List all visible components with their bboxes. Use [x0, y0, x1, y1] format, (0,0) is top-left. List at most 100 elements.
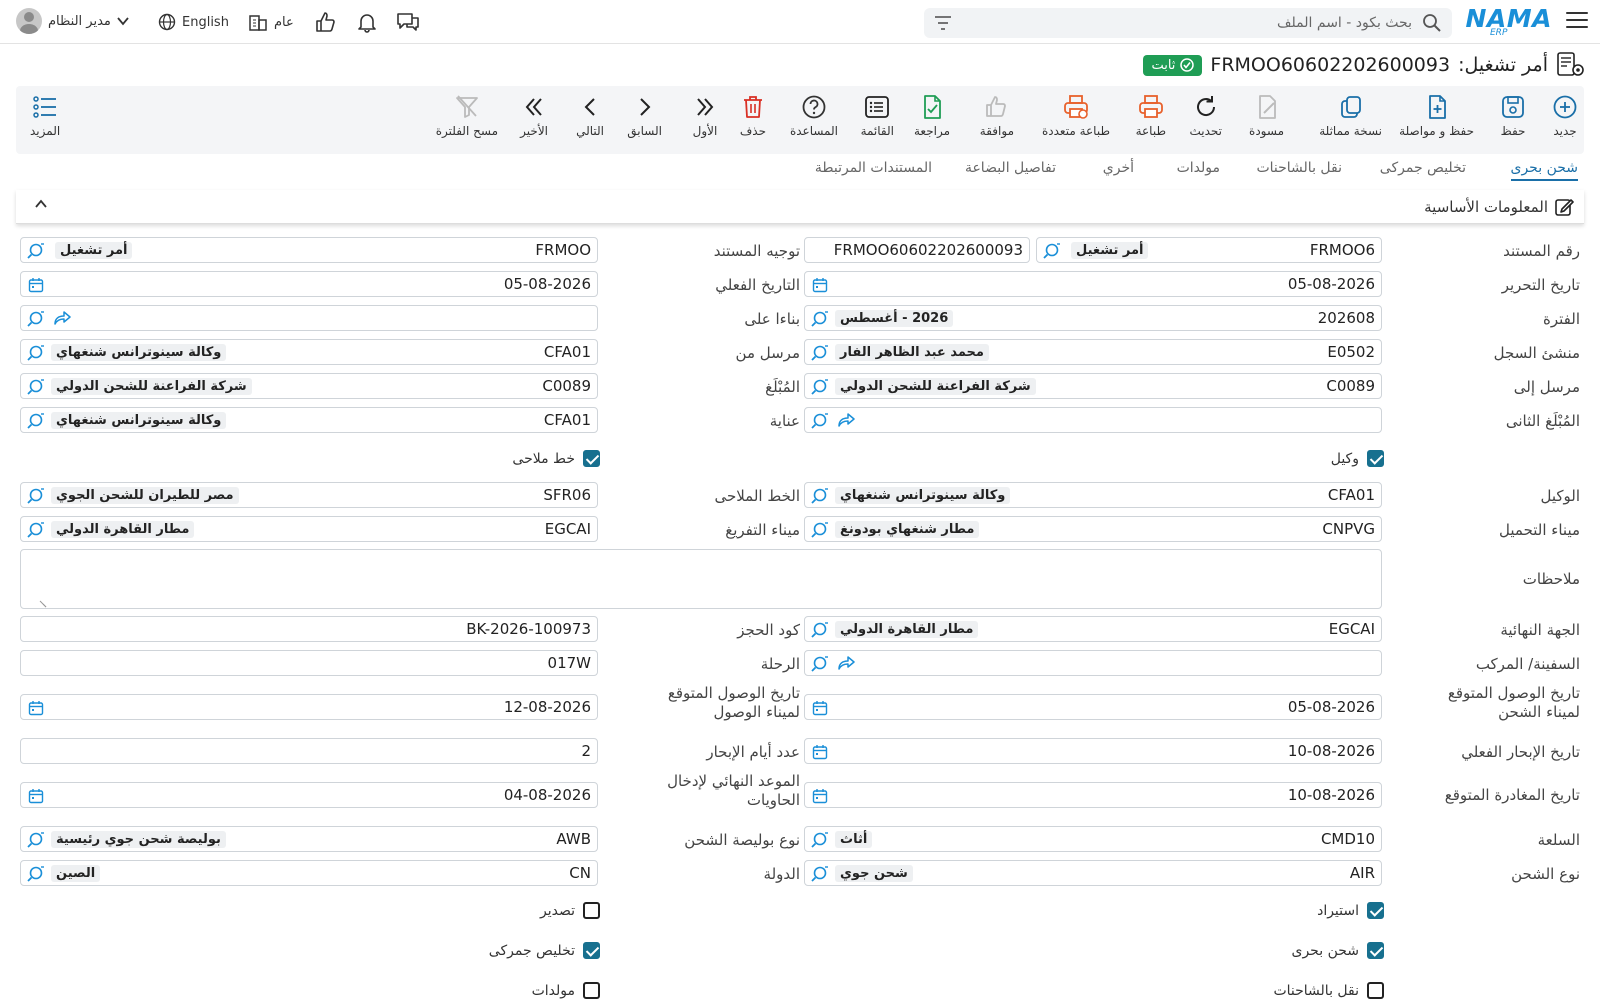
generators-checkbox[interactable]: مولدات	[532, 982, 600, 999]
calendar-icon[interactable]	[812, 744, 828, 764]
new-button[interactable]: جديد	[1552, 94, 1578, 138]
actual-date-field[interactable]: 05-08-2026	[20, 271, 598, 297]
calendar-icon[interactable]	[812, 700, 828, 720]
doc-number-series-field[interactable]: FRMOO6 أمر تشغيل	[1036, 237, 1382, 263]
tab-trucking[interactable]: نقل بالشاحنات	[1256, 160, 1342, 176]
doc-direction-field[interactable]: FRMOO أمر تشغيل	[20, 237, 598, 263]
commodity-field[interactable]: CMD10 أثاث	[804, 826, 1382, 852]
share-icon[interactable]	[53, 310, 71, 330]
menu-icon[interactable]	[1566, 12, 1588, 30]
prev-button[interactable]: السابق	[627, 94, 662, 138]
copy-button[interactable]: نسخة مماثلة	[1319, 94, 1382, 138]
loading-port-field[interactable]: CNPVG مطار شنغهاي بودونغ	[804, 516, 1382, 542]
first-button[interactable]: الأول	[692, 94, 718, 138]
booking-code-field[interactable]: BK-2026-100973	[20, 616, 598, 642]
lookup-search-icon[interactable]	[811, 487, 829, 509]
sailing-days-field[interactable]: 2	[20, 738, 598, 764]
actual-sailing-field[interactable]: 10-08-2026	[804, 738, 1382, 764]
tab-goods-details[interactable]: تفاصيل البضاعة	[965, 160, 1056, 176]
checkbox-box[interactable]	[1367, 942, 1384, 959]
tab-sea-freight[interactable]: شحن بحرى	[1510, 160, 1578, 181]
notes-textarea[interactable]	[20, 549, 1382, 609]
lookup-search-icon[interactable]	[27, 344, 45, 366]
import-checkbox[interactable]: استيراد	[1317, 902, 1384, 919]
checkbox-box[interactable]	[1367, 982, 1384, 999]
tab-other[interactable]: أخري	[1103, 160, 1134, 176]
checkbox-box[interactable]	[1367, 902, 1384, 919]
help-button[interactable]: المساعدة	[790, 94, 838, 138]
based-on-field[interactable]	[20, 305, 598, 331]
lookup-search-icon[interactable]	[811, 621, 829, 643]
collapse-button[interactable]	[34, 197, 48, 215]
lookup-search-icon[interactable]	[27, 378, 45, 400]
final-destination-field[interactable]: EGCAI مطار القاهرة الدولي	[804, 616, 1382, 642]
vessel-field[interactable]	[804, 650, 1382, 676]
sent-to-field[interactable]: C0089 شركة الفراعنة للشحن الدولي	[804, 373, 1382, 399]
lookup-search-icon[interactable]	[811, 378, 829, 400]
sent-from-field[interactable]: CFA01 وكالة سينوترانس شنغهاي	[20, 339, 598, 365]
expected-departure-field[interactable]: 10-08-2026	[804, 782, 1382, 808]
trucking-checkbox[interactable]: نقل بالشاحنات	[1273, 982, 1384, 999]
second-notified-field[interactable]	[804, 407, 1382, 433]
last-button[interactable]: الأخير	[520, 94, 548, 138]
delete-button[interactable]: حذف	[740, 94, 766, 138]
agent-field[interactable]: CFA01 وكالة سينوترانس شنغهاي	[804, 482, 1382, 508]
checkbox-box[interactable]	[1367, 450, 1384, 467]
list-button[interactable]: القائمة	[861, 94, 894, 138]
save-continue-button[interactable]: حفظ و مواصلة	[1399, 94, 1474, 138]
filter-icon[interactable]	[934, 15, 952, 35]
lookup-search-icon[interactable]	[811, 655, 829, 677]
period-field[interactable]: 202608 2026 - أغسطس	[804, 305, 1382, 331]
export-checkbox[interactable]: تصدير	[540, 902, 600, 919]
bell-icon[interactable]	[356, 10, 378, 34]
calendar-icon[interactable]	[812, 277, 828, 297]
eta-loading-field[interactable]: 05-08-2026	[804, 694, 1382, 720]
lookup-search-icon[interactable]	[1043, 242, 1061, 264]
checkbox-box[interactable]	[583, 902, 600, 919]
doc-number-full-field[interactable]: FRMOO60602202600093	[804, 237, 1030, 263]
lookup-search-icon[interactable]	[27, 865, 45, 887]
lookup-search-icon[interactable]	[811, 521, 829, 543]
lookup-search-icon[interactable]	[811, 865, 829, 887]
share-icon[interactable]	[837, 412, 855, 432]
shipment-type-field[interactable]: AIR شحن جوي	[804, 860, 1382, 886]
calendar-icon[interactable]	[28, 700, 44, 720]
logo[interactable]: NAMA ERP	[1466, 4, 1552, 38]
calendar-icon[interactable]	[28, 788, 44, 808]
lookup-search-icon[interactable]	[27, 310, 45, 332]
user-menu[interactable]: مدير النظام	[16, 8, 129, 34]
customs-checkbox[interactable]: تخليص جمركى	[489, 942, 600, 959]
creator-field[interactable]: E0502 محمد عبد الظاهر الفار	[804, 339, 1382, 365]
checkbox-box[interactable]	[583, 982, 600, 999]
lookup-search-icon[interactable]	[811, 310, 829, 332]
lookup-search-icon[interactable]	[27, 242, 45, 264]
review-button[interactable]: مراجعة	[914, 94, 950, 138]
tab-customs[interactable]: تخليص جمركى	[1380, 160, 1466, 176]
multi-print-button[interactable]: طباعة متعددة	[1042, 94, 1110, 138]
more-button[interactable]: المزيد	[30, 94, 60, 138]
search-input[interactable]	[972, 8, 1412, 38]
branch-switch[interactable]: عام	[248, 10, 294, 34]
country-field[interactable]: CN الصين	[20, 860, 598, 886]
tab-generators[interactable]: مولدات	[1177, 160, 1220, 176]
lookup-search-icon[interactable]	[27, 831, 45, 853]
print-button[interactable]: طباعة	[1136, 94, 1166, 138]
refresh-button[interactable]: تحديث	[1189, 94, 1222, 138]
draft-button[interactable]: مسودة	[1249, 94, 1284, 138]
calendar-icon[interactable]	[812, 788, 828, 808]
shipping-line-checkbox[interactable]: خط ملاحى	[512, 450, 600, 467]
language-switch[interactable]: English	[158, 10, 229, 34]
next-button[interactable]: التالي	[576, 94, 604, 138]
lookup-search-icon[interactable]	[811, 831, 829, 853]
eta-arrival-field[interactable]: 12-08-2026	[20, 694, 598, 720]
calendar-icon[interactable]	[28, 277, 44, 297]
checkbox-box[interactable]	[583, 942, 600, 959]
care-of-field[interactable]: CFA01 وكالة سينوترانس شنغهاي	[20, 407, 598, 433]
tab-related-documents[interactable]: المستندات المرتبطة	[815, 160, 932, 176]
sea-freight-checkbox[interactable]: شحن بحرى	[1292, 942, 1384, 959]
thumbs-up-top-icon[interactable]	[314, 10, 336, 34]
lookup-search-icon[interactable]	[27, 412, 45, 434]
edit-date-field[interactable]: 05-08-2026	[804, 271, 1382, 297]
clear-filter-button[interactable]: مسح الفلترة	[436, 94, 498, 138]
resize-grip-icon[interactable]	[38, 596, 48, 612]
